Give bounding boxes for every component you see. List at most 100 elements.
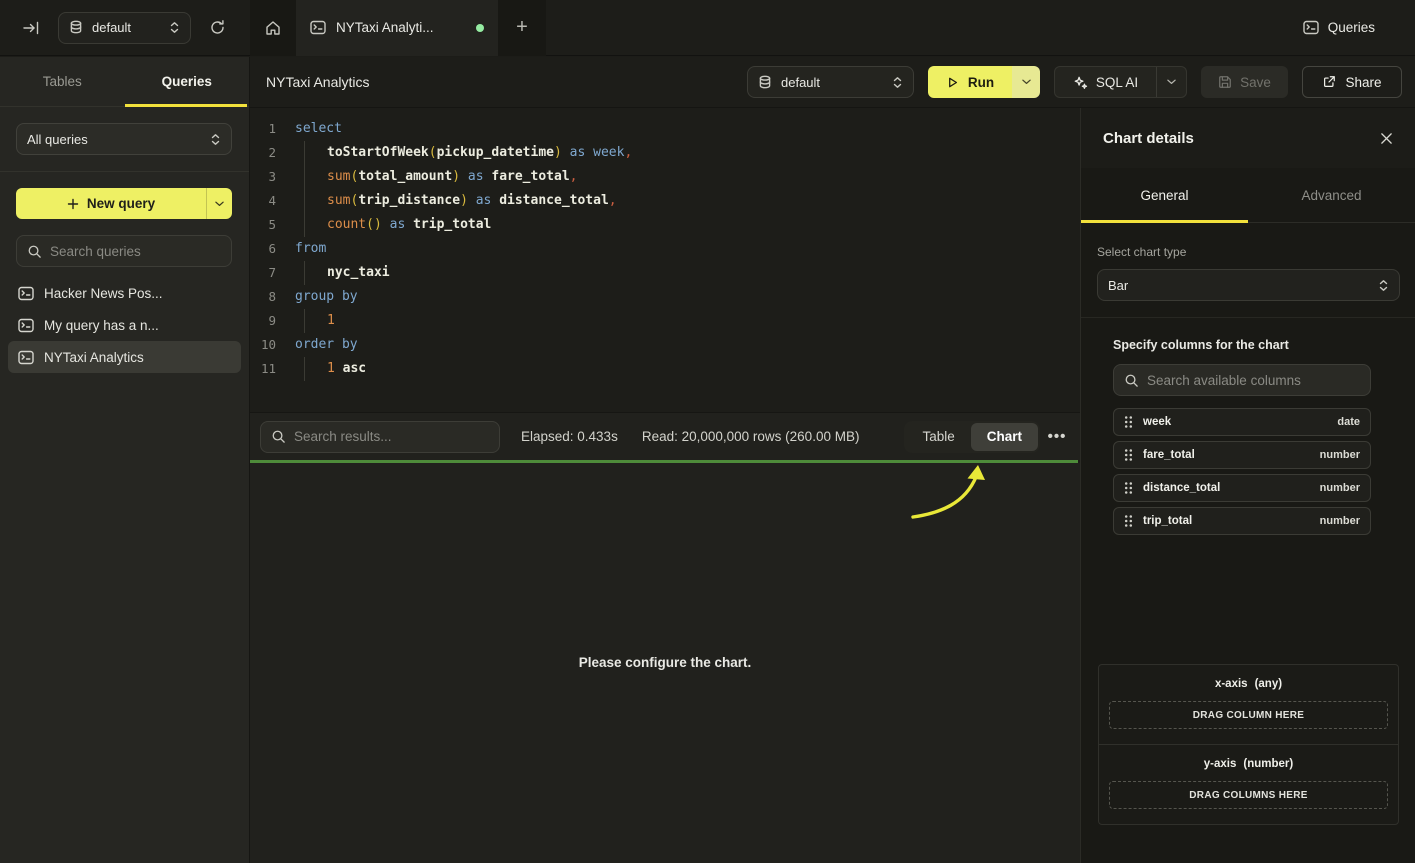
code-text: order by — [295, 333, 358, 357]
chart-details-header: Chart details — [1081, 108, 1415, 168]
run-button[interactable]: Run — [928, 66, 1040, 98]
code-token: asc — [343, 361, 366, 376]
refresh-icon[interactable] — [209, 19, 226, 36]
x-axis-section: x-axis(any) DRAG COLUMN HERE — [1099, 665, 1398, 744]
tab-advanced[interactable]: Advanced — [1248, 168, 1415, 222]
search-icon — [27, 244, 42, 259]
sql-ai-button[interactable]: SQL AI — [1054, 66, 1187, 98]
results-view-toggle: Table Chart — [904, 421, 1040, 453]
line-number: 4 — [250, 189, 276, 213]
play-icon — [946, 76, 959, 89]
results-toolbar: Elapsed: 0.433s Read: 20,000,000 rows (2… — [250, 412, 1080, 460]
drag-handle-icon[interactable] — [1124, 448, 1133, 462]
code-line[interactable]: 7 nyc_taxi — [250, 261, 1080, 285]
new-tab-button[interactable]: + — [498, 0, 546, 56]
code-line[interactable]: 10order by — [250, 333, 1080, 357]
column-chip-week[interactable]: weekdate — [1113, 408, 1371, 436]
queries-button[interactable]: Queries — [1303, 20, 1375, 35]
chart-type-select[interactable]: Bar — [1097, 269, 1400, 301]
tab-nytaxi-analytics[interactable]: NYTaxi Analyti... — [296, 0, 498, 56]
run-options-caret[interactable] — [1012, 66, 1040, 98]
chart-details-title: Chart details — [1103, 130, 1194, 147]
home-button[interactable] — [250, 0, 296, 56]
topbar-database-value: default — [92, 20, 160, 35]
code-line[interactable]: 3sum(total_amount) as fare_total, — [250, 165, 1080, 189]
results-search-input[interactable] — [294, 429, 489, 444]
sql-ai-caret[interactable] — [1156, 67, 1186, 97]
sidebar-tab-tables[interactable]: Tables — [0, 57, 125, 106]
code-text: sum(total_amount) as fare_total, — [295, 165, 577, 189]
sidebar-tab-queries[interactable]: Queries — [125, 57, 250, 106]
sql-ai-main[interactable]: SQL AI — [1055, 75, 1156, 90]
query-search-box[interactable] — [16, 235, 232, 267]
sidebar-query-item[interactable]: NYTaxi Analytics — [8, 341, 241, 373]
code-token — [460, 169, 468, 184]
view-tab-table[interactable]: Table — [906, 423, 970, 451]
code-token: , — [609, 193, 617, 208]
column-chip-trip_total[interactable]: trip_totalnumber — [1113, 507, 1371, 535]
sql-editor[interactable]: 1select2toStartOfWeek(pickup_datetime) a… — [250, 108, 1080, 412]
code-token: toStartOfWeek — [327, 145, 429, 160]
close-icon[interactable] — [1380, 132, 1393, 145]
sidebar-actions: New query — [0, 172, 249, 219]
code-text: from — [295, 237, 326, 261]
query-list: Hacker News Pos...My query has a n...NYT… — [0, 273, 249, 377]
new-query-main[interactable]: New query — [16, 188, 206, 219]
column-chip-distance_total[interactable]: distance_totalnumber — [1113, 474, 1371, 502]
top-bar-right: Queries — [546, 20, 1415, 35]
results-search-box[interactable] — [260, 421, 500, 453]
code-token: from — [295, 241, 326, 256]
sidebar-query-item[interactable]: Hacker News Pos... — [8, 277, 241, 309]
sparkles-icon — [1073, 75, 1088, 90]
columns-heading: Specify columns for the chart — [1113, 338, 1399, 352]
chart-details-tabs: General Advanced — [1081, 168, 1415, 223]
query-scope-select[interactable]: All queries — [16, 123, 232, 155]
line-number: 1 — [250, 117, 276, 141]
drag-handle-icon[interactable] — [1124, 481, 1133, 495]
query-terminal-icon — [18, 350, 34, 365]
top-bar: default NYTaxi Analyti... + — [0, 0, 1415, 56]
drag-handle-icon[interactable] — [1124, 514, 1133, 528]
line-number: 8 — [250, 285, 276, 309]
code-line[interactable]: 2toStartOfWeek(pickup_datetime) as week, — [250, 141, 1080, 165]
sidebar-query-item[interactable]: My query has a n... — [8, 309, 241, 341]
elapsed-time: Elapsed: 0.433s — [521, 429, 618, 444]
new-query-button[interactable]: New query — [16, 188, 232, 219]
more-options-icon[interactable]: ••• — [1040, 428, 1074, 445]
run-main[interactable]: Run — [928, 66, 1012, 98]
code-line[interactable]: 6 from — [250, 237, 1080, 261]
code-line[interactable]: 8group by — [250, 285, 1080, 309]
code-line[interactable]: 5count() as trip_total — [250, 213, 1080, 237]
queries-terminal-icon — [1303, 20, 1319, 35]
code-line[interactable]: 4sum(trip_distance) as distance_total, — [250, 189, 1080, 213]
y-axis-section: y-axis(number) DRAG COLUMNS HERE — [1099, 744, 1398, 824]
plus-icon — [67, 198, 79, 210]
code-line[interactable]: 1select — [250, 117, 1080, 141]
line-number: 7 — [250, 261, 276, 285]
view-tab-chart[interactable]: Chart — [971, 423, 1038, 451]
x-axis-drop-zone[interactable]: DRAG COLUMN HERE — [1109, 701, 1388, 729]
query-terminal-icon — [18, 318, 34, 333]
save-button[interactable]: Save — [1201, 66, 1288, 98]
annotation-arrow — [905, 465, 1005, 527]
y-axis-drop-zone[interactable]: DRAG COLUMNS HERE — [1109, 781, 1388, 809]
share-button[interactable]: Share — [1302, 66, 1402, 98]
query-search-input[interactable] — [50, 244, 221, 259]
top-bar-left: default — [0, 0, 250, 55]
topbar-database-select[interactable]: default — [58, 12, 191, 44]
code-line[interactable]: 111 asc — [250, 357, 1080, 381]
collapse-sidebar-icon[interactable] — [22, 20, 40, 36]
line-number: 6 — [250, 237, 276, 261]
columns-search-box[interactable] — [1113, 364, 1371, 396]
code-token: distance_total — [499, 193, 609, 208]
new-query-caret[interactable] — [206, 188, 232, 219]
code-token: nyc_taxi — [327, 265, 390, 280]
header-database-select[interactable]: default — [747, 66, 914, 98]
column-chip-fare_total[interactable]: fare_totalnumber — [1113, 441, 1371, 469]
tab-general[interactable]: General — [1081, 168, 1248, 222]
drag-handle-icon[interactable] — [1124, 415, 1133, 429]
column-name: fare_total — [1143, 449, 1320, 461]
code-token: sum — [327, 193, 350, 208]
columns-search-input[interactable] — [1147, 373, 1360, 388]
code-line[interactable]: 91 — [250, 309, 1080, 333]
